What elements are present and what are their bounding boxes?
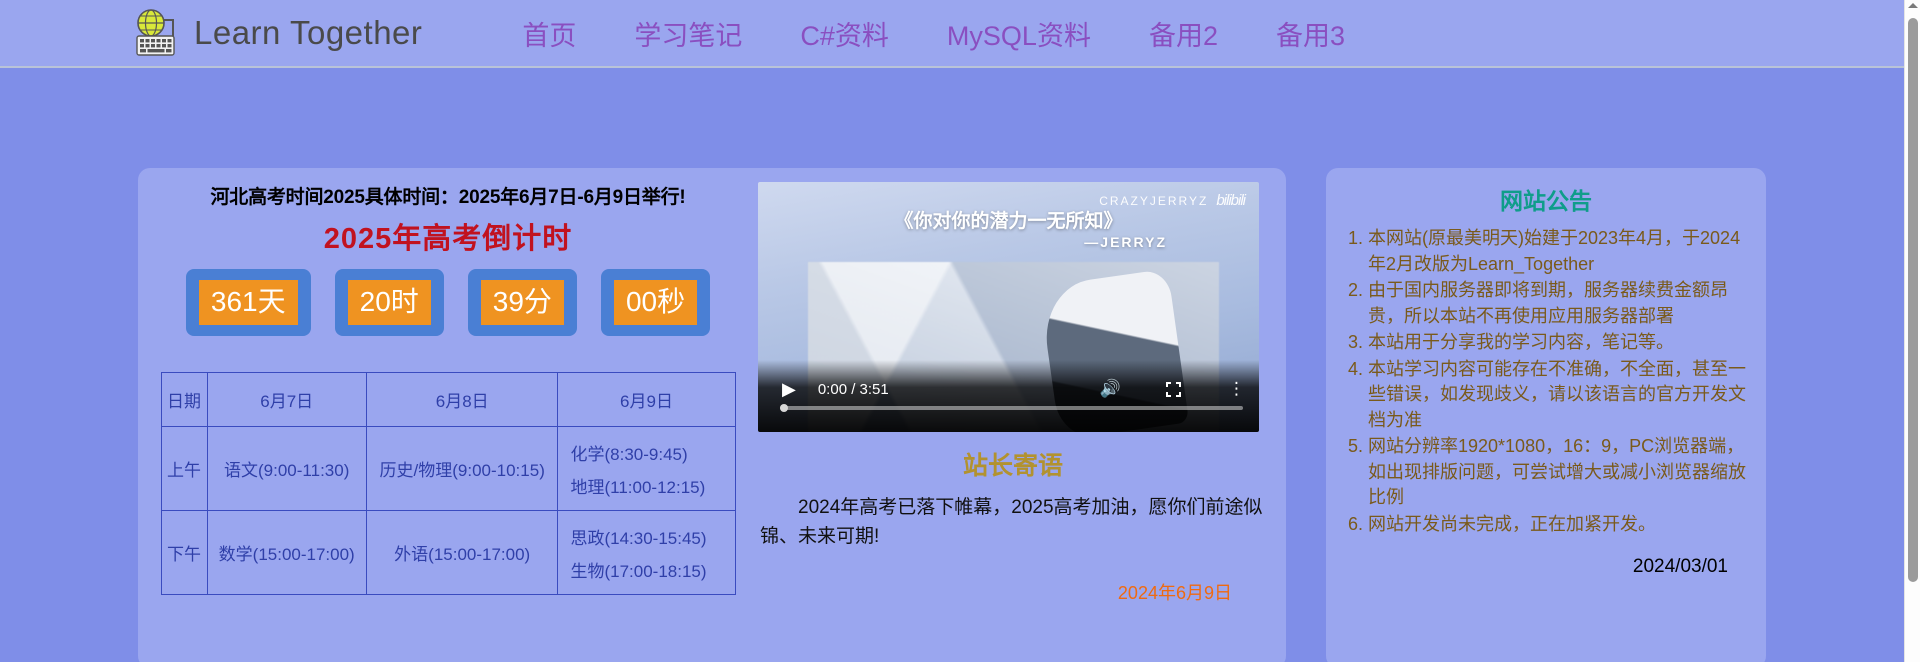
nav-link-mysql[interactable]: MySQL资料 (945, 10, 1093, 57)
cell-afternoon-june9-line2: 生物(17:00-18:15) (570, 561, 707, 581)
main-content-panel: 河北高考时间2025具体时间：2025年6月7日-6月9日举行! 2025年高考… (138, 168, 1286, 662)
cell-morning-june9: 化学(8:30-9:45) 地理(11:00-12:15) (557, 426, 736, 512)
cell-morning-june8: 历史/物理(9:00-10:15) (365, 426, 559, 512)
header-cell-june9: 6月9日 (557, 372, 736, 428)
play-icon[interactable]: ▶ (782, 379, 796, 400)
countdown-minutes-value: 39分 (480, 280, 564, 326)
announcements-panel: 网站公告 本网站(原最美明天)始建于2023年4月，于2024年2月改版为Lea… (1326, 168, 1766, 662)
countdown-minutes: 39分 (467, 269, 577, 337)
list-item: 网站开发尚未完成，正在加紧开发。 (1368, 512, 1766, 538)
nav-link-csharp[interactable]: C#资料 (798, 10, 891, 57)
globe-keyboard-icon (136, 9, 175, 56)
announcements-title: 网站公告 (1500, 188, 1592, 214)
list-item: 由于国内服务器即将到期，服务器续费金额昂贵，所以本站不再使用应用服务器部署 (1368, 278, 1766, 329)
header-cell-june7: 6月7日 (206, 372, 367, 428)
countdown-title: 2025年高考倒计时 (323, 223, 573, 255)
countdown-days-value: 361天 (198, 280, 298, 326)
announcements-date: 2024/03/01 (1632, 555, 1728, 577)
fullscreen-icon[interactable] (1165, 381, 1182, 398)
webmaster-message-date: 2024年6月9日 (1117, 583, 1232, 603)
video-overlay-author: —JERRYZ (1084, 234, 1167, 250)
list-item: 本网站(原最美明天)始建于2023年4月，于2024年2月改版为Learn_To… (1368, 226, 1766, 277)
countdown-days: 361天 (185, 269, 311, 337)
cell-period-morning: 上午 (160, 426, 208, 512)
video-section: CRAZYJERRYZ bilibili 《你对你的潜力一无所知》 —JERRY… (758, 182, 1268, 605)
video-progress-knob[interactable] (780, 404, 788, 412)
nav-link-reserve-2[interactable]: 备用2 (1147, 10, 1220, 57)
page-scrollbar[interactable] (1904, 0, 1920, 662)
table-header-row: 日期 6月7日 6月8日 6月9日 (160, 372, 736, 428)
cell-morning-june9-line2: 地理(11:00-12:15) (570, 477, 706, 497)
cell-afternoon-june9: 思政(14:30-15:45) 生物(17:00-18:15) (557, 510, 736, 596)
countdown-seconds-value: 00秒 (613, 280, 698, 326)
list-item: 网站分辨率1920*1080，16：9，PC浏览器端，如出现排版问题，可尝试增大… (1368, 434, 1766, 511)
nav-link-notes[interactable]: 学习笔记 (632, 10, 744, 57)
list-item: 本站学习内容可能存在不准确，不全面，甚至一些错误，如发现歧义，请以该语言的官方开… (1368, 357, 1766, 434)
header-cell-june8: 6月8日 (365, 372, 559, 428)
video-progress-bar[interactable] (780, 404, 1243, 412)
countdown-seconds: 00秒 (600, 269, 711, 337)
cell-morning-june9-line1: 化学(8:30-9:45) (570, 444, 688, 464)
brand-title: Learn Together (194, 14, 423, 51)
nav-link-reserve-3[interactable]: 备用3 (1274, 10, 1347, 57)
more-options-icon[interactable]: ⋮ (1228, 379, 1245, 399)
video-overlay-title: 《你对你的潜力一无所知》 (894, 211, 1123, 232)
table-row: 上午 语文(9:00-11:30) 历史/物理(9:00-10:15) 化学(8… (160, 426, 736, 512)
video-controls-row: ▶ 0:00 / 3:51 🔊 ⋮ (758, 374, 1259, 404)
webmaster-message-body: 2024年高考已落下帷幕，2025高考加油，愿你们前途似锦、未来可期! (760, 497, 1263, 547)
list-item: 本站用于分享我的学习内容，笔记等。 (1368, 330, 1766, 356)
nav-link-home[interactable]: 首页 (520, 10, 578, 57)
gaokao-countdown-section: 河北高考时间2025具体时间：2025年6月7日-6月9日举行! 2025年高考… (158, 182, 738, 596)
video-controls-bar: ▶ 0:00 / 3:51 🔊 ⋮ (758, 360, 1259, 432)
gaokao-date-line: 河北高考时间2025具体时间：2025年6月7日-6月9日举行! (210, 187, 686, 208)
main-nav: 首页 学习笔记 C#资料 MySQL资料 备用2 备用3 (520, 10, 1347, 57)
exam-schedule-table: 日期 6月7日 6月8日 6月9日 上午 语文(9:00-11:30) 历史/物… (160, 372, 736, 596)
volume-icon[interactable]: 🔊 (1100, 379, 1121, 399)
table-row: 下午 数学(15:00-17:00) 外语(15:00-17:00) 思政(14… (160, 510, 736, 596)
webmaster-message-title: 站长寄语 (962, 452, 1063, 480)
countdown-hours: 20时 (334, 269, 444, 337)
cell-period-afternoon: 下午 (160, 510, 208, 596)
cell-morning-june7: 语文(9:00-11:30) (206, 426, 367, 512)
video-player[interactable]: CRAZYJERRYZ bilibili 《你对你的潜力一无所知》 —JERRY… (758, 182, 1259, 432)
countdown-hours-value: 20时 (347, 280, 431, 326)
site-header: Learn Together 首页 学习笔记 C#资料 MySQL资料 备用2 … (0, 0, 1904, 68)
header-cell-date: 日期 (160, 372, 208, 428)
scrollbar-thumb[interactable] (1908, 18, 1918, 582)
video-time-display: 0:00 / 3:51 (817, 380, 889, 398)
countdown-row: 361天 20时 39分 00秒 (158, 269, 738, 337)
page-body: 河北高考时间2025具体时间：2025年6月7日-6月9日举行! 2025年高考… (0, 68, 1904, 662)
cell-afternoon-june9-line1: 思政(14:30-15:45) (570, 528, 707, 548)
cell-afternoon-june8: 外语(15:00-17:00) (365, 510, 559, 596)
cell-afternoon-june7: 数学(15:00-17:00) (206, 510, 367, 596)
scroll-up-arrow-icon[interactable] (1908, 3, 1918, 8)
announcements-list: 本网站(原最美明天)始建于2023年4月，于2024年2月改版为Learn_To… (1326, 226, 1766, 538)
brand[interactable]: Learn Together (128, 7, 422, 59)
